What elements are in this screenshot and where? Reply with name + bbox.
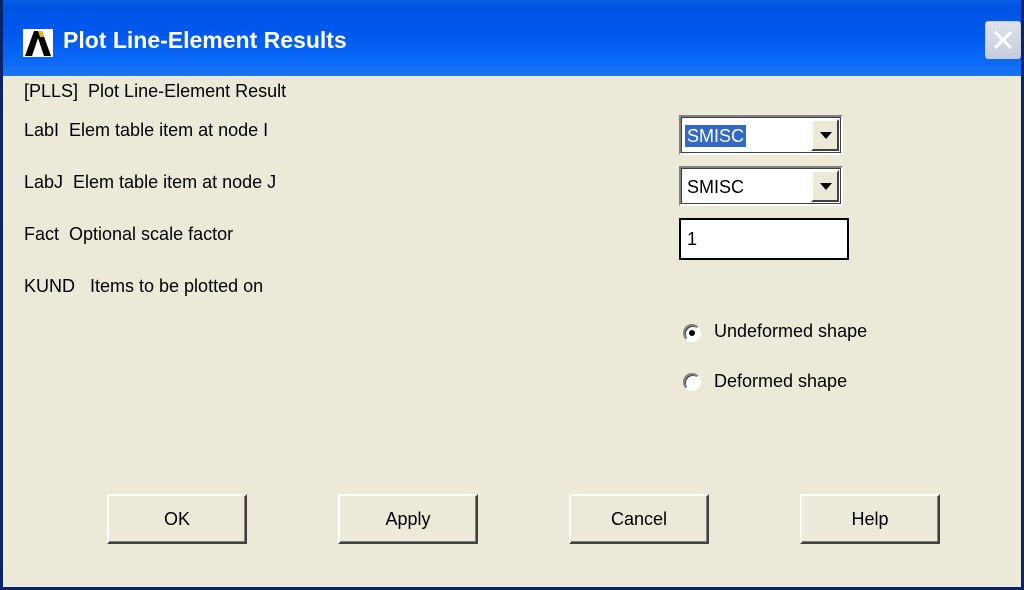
undeformed-shape-label[interactable]: Undeformed shape — [714, 321, 867, 342]
undeformed-shape-radio[interactable] — [683, 324, 701, 342]
fact-input[interactable]: 1 — [679, 218, 849, 260]
labj-label: LabJ Elem table item at node J — [24, 172, 277, 192]
help-button[interactable]: Help — [800, 494, 940, 544]
ok-button[interactable]: OK — [107, 494, 247, 544]
window-title: Plot Line-Element Results — [63, 27, 347, 53]
labj-dropdown-button[interactable] — [811, 170, 839, 202]
close-button[interactable] — [985, 21, 1021, 59]
cancel-button[interactable]: Cancel — [569, 494, 709, 544]
labi-select[interactable]: SMISC — [679, 115, 843, 155]
kund-label: KUND Items to be plotted on — [24, 276, 264, 296]
apply-button[interactable]: Apply — [338, 494, 478, 544]
chevron-down-icon — [820, 183, 832, 190]
fact-label: Fact Optional scale factor — [24, 224, 234, 244]
radio-selected-dot — [689, 330, 695, 336]
plot-line-element-results-dialog: Plot Line-Element Results [PLLS] Plot Li… — [0, 0, 1024, 590]
deformed-shape-label[interactable]: Deformed shape — [714, 371, 847, 392]
close-icon — [993, 30, 1013, 50]
labi-label: LabI Elem table item at node I — [24, 120, 269, 140]
chevron-down-icon — [820, 132, 832, 139]
ansys-logo-icon — [23, 29, 53, 57]
labj-select[interactable]: SMISC — [679, 166, 843, 206]
labi-select-value: SMISC — [683, 124, 748, 148]
title-bar[interactable]: Plot Line-Element Results — [3, 0, 1021, 76]
command-heading: [PLLS] Plot Line-Element Result — [24, 81, 287, 101]
labi-dropdown-button[interactable] — [811, 119, 839, 151]
labj-select-value: SMISC — [687, 177, 745, 197]
deformed-shape-radio[interactable] — [683, 373, 701, 391]
